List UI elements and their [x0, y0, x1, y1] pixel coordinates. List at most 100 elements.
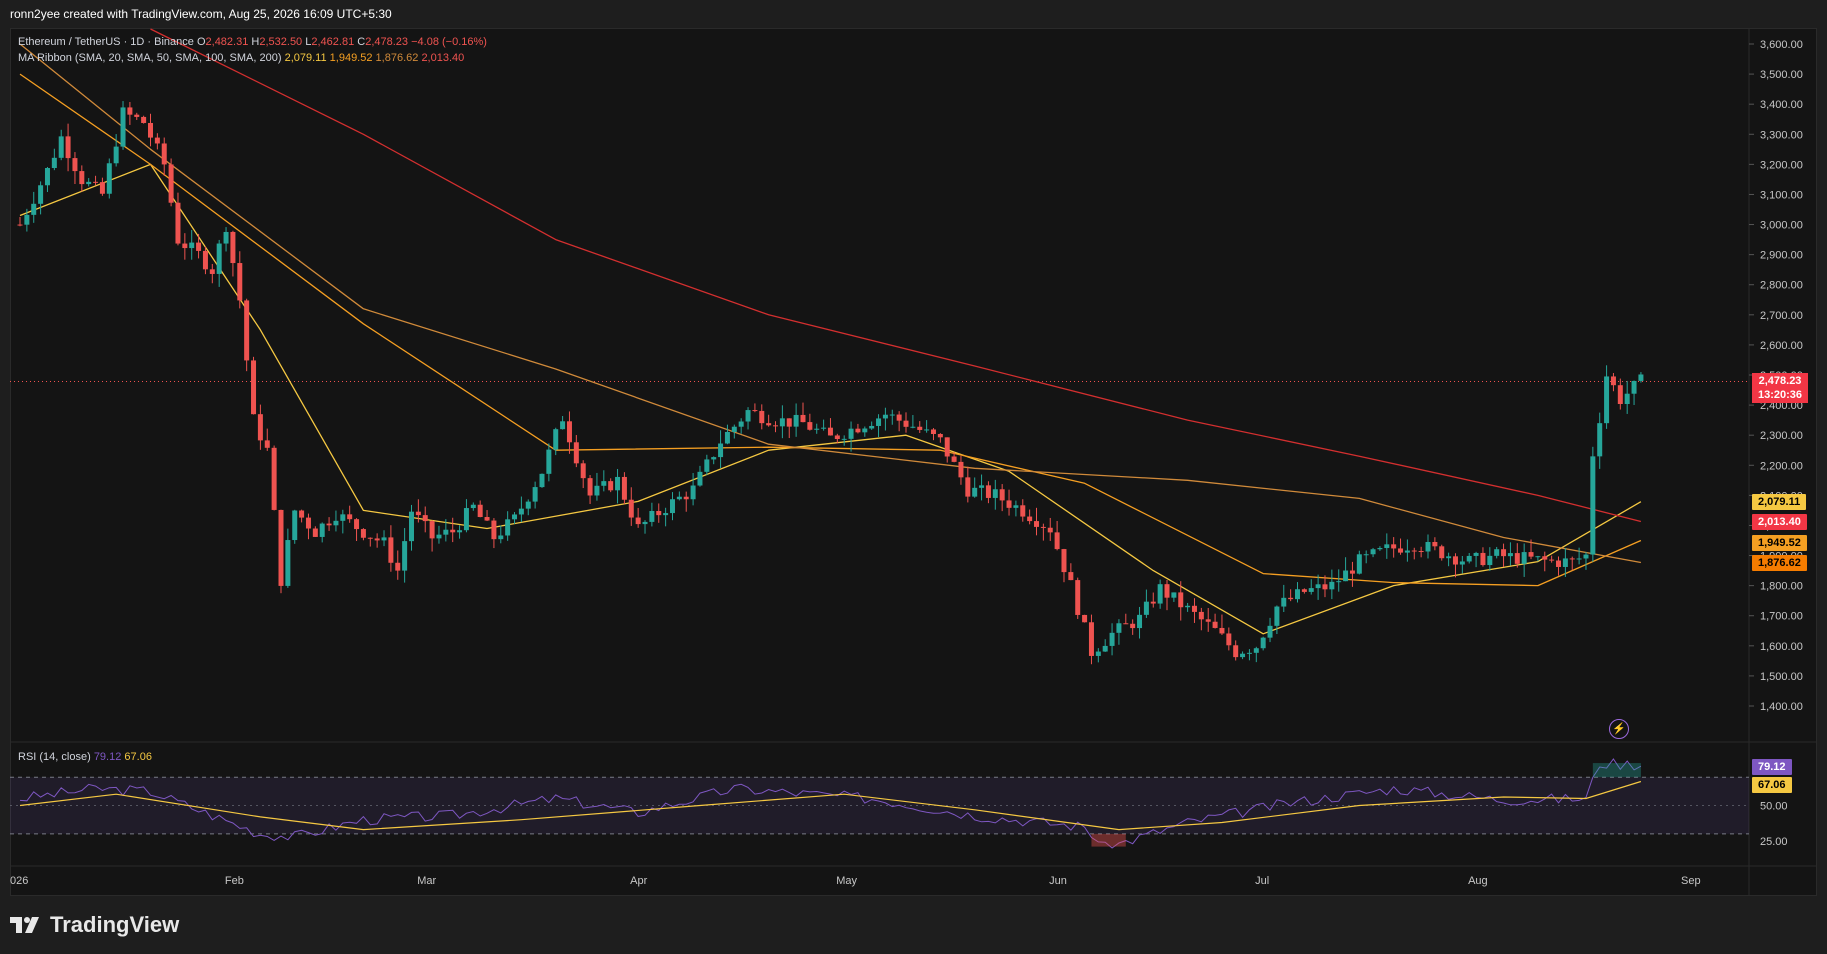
candle-body — [1047, 527, 1053, 533]
candle-body — [1006, 500, 1012, 508]
candle-body — [759, 410, 765, 424]
candle-body — [168, 164, 174, 203]
candle-body — [573, 442, 579, 464]
candle-body — [992, 489, 998, 498]
candle-body — [326, 523, 332, 526]
candle-body — [1157, 584, 1163, 604]
candle-body — [79, 171, 85, 185]
candle-body — [1308, 588, 1314, 592]
candle-body — [807, 422, 813, 430]
candle-body — [154, 137, 160, 144]
symbol-legend[interactable]: Ethereum / TetherUS · 1D · Binance O2,48… — [18, 36, 487, 48]
price-chart[interactable]: 3,600.00 3,500.00 3,400.00 3,300.00 3,200.00… — [0, 0, 1827, 954]
candle-body — [1020, 505, 1026, 517]
rsi-value-tag: 79.12 — [1752, 759, 1792, 775]
candle-body — [106, 163, 112, 194]
candle-body — [1253, 648, 1259, 653]
ma-ribbon-legend[interactable]: MA Ribbon (SMA, 20, SMA, 50, SMA, 100, S… — [18, 52, 464, 64]
candle-body — [196, 242, 202, 251]
rsi-legend[interactable]: RSI (14, close) 79.12 67.06 — [18, 751, 152, 763]
candle-body — [1446, 556, 1452, 559]
candle-body — [1487, 555, 1493, 566]
candle-body — [1260, 637, 1266, 649]
candle-body — [1013, 505, 1019, 508]
price-tick-label: 1,400.00 — [1760, 701, 1803, 713]
candle-body — [951, 456, 957, 462]
candle-body — [292, 510, 298, 541]
candle-body — [889, 414, 895, 416]
candle-body — [1583, 554, 1589, 559]
candle-body — [1116, 623, 1122, 633]
candle-body — [113, 146, 119, 164]
candle-body — [1452, 556, 1458, 565]
tradingview-logo[interactable]: TradingView — [10, 912, 179, 938]
candle-body — [1295, 589, 1301, 600]
candle-body — [697, 471, 703, 486]
ohlc-open: 2,482.31 — [205, 36, 249, 48]
candle-body — [1562, 558, 1568, 567]
candle-body — [65, 136, 71, 159]
price-tick-label: 3,600.00 — [1760, 39, 1803, 51]
candle-body — [999, 489, 1005, 501]
candle-body — [1219, 627, 1225, 634]
candle-body — [1617, 385, 1623, 405]
time-tick-label: Jul — [1255, 875, 1269, 887]
candle-body — [1137, 614, 1143, 629]
rsi-tick-label: 25.00 — [1760, 836, 1788, 848]
candle-body — [642, 521, 648, 525]
price-tick-label: 3,400.00 — [1760, 99, 1803, 111]
price-tick-label: 3,000.00 — [1760, 220, 1803, 232]
candle-body — [1549, 559, 1555, 561]
ma-price-tag: 2,013.40 — [1752, 514, 1807, 530]
candle-body — [1061, 549, 1067, 573]
candle-body — [1315, 584, 1321, 589]
candle-body — [402, 541, 408, 571]
price-tick-label: 1,700.00 — [1760, 611, 1803, 623]
candle-body — [463, 508, 469, 531]
candle-body — [1336, 581, 1342, 583]
candle-body — [1590, 456, 1596, 555]
candle-body — [1521, 552, 1527, 564]
candle-body — [1205, 619, 1211, 622]
candle-body — [1576, 558, 1582, 560]
candle-body — [271, 447, 277, 510]
candle-body — [518, 508, 524, 515]
candle-body — [1233, 645, 1239, 658]
candle-body — [230, 231, 236, 264]
candle-body — [1624, 393, 1630, 405]
candle-body — [656, 510, 662, 516]
candle-body — [436, 534, 442, 539]
candle-body — [1329, 581, 1335, 590]
candle-body — [690, 485, 696, 500]
ma50-value: 1,949.52 — [329, 52, 373, 64]
time-tick-label: Apr — [630, 875, 647, 887]
candle-body — [457, 530, 463, 533]
candle-body — [17, 224, 23, 226]
candle-body — [1418, 550, 1424, 552]
price-tick-label: 2,900.00 — [1760, 250, 1803, 262]
candle-body — [257, 414, 263, 441]
ma200-value: 2,013.40 — [421, 52, 465, 64]
candle-body — [127, 107, 133, 115]
rsi-tick-label: 50.00 — [1760, 801, 1788, 813]
candle-body — [635, 517, 641, 525]
candle-body — [470, 504, 476, 509]
rsi-oversold-fill — [1091, 833, 1126, 847]
price-tick-label: 1,600.00 — [1760, 641, 1803, 653]
ohlc-low: 2,462.81 — [311, 36, 355, 48]
candle-body — [120, 107, 126, 147]
candle-body — [1507, 553, 1513, 557]
ohlc-open-label: O — [196, 36, 206, 48]
candle-body — [1398, 548, 1404, 553]
price-tick-label: 2,200.00 — [1760, 460, 1803, 472]
candle-body — [319, 523, 325, 537]
price-tick-label: 3,500.00 — [1760, 69, 1803, 81]
lightning-icon[interactable]: ⚡ — [1609, 719, 1629, 739]
candle-body — [395, 562, 401, 571]
candle-body — [305, 517, 311, 529]
candle-body — [663, 513, 669, 516]
candle-body — [917, 426, 923, 430]
candle-body — [1404, 550, 1410, 553]
candle-body — [340, 514, 346, 521]
price-tick-label: 1,500.00 — [1760, 671, 1803, 683]
